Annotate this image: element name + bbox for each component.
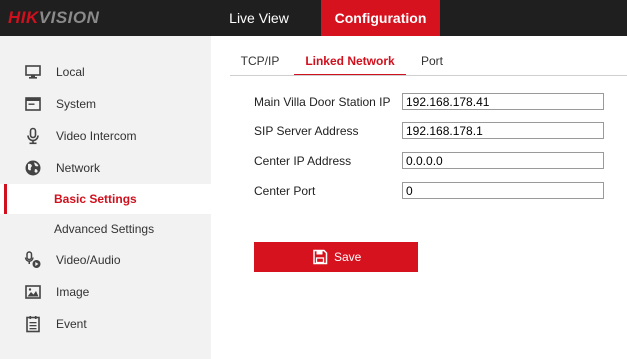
save-button-label: Save bbox=[334, 250, 362, 264]
settings-tabs: TCP/IP Linked Network Port bbox=[211, 36, 627, 76]
globe-icon bbox=[25, 160, 41, 176]
sidebar-item-system[interactable]: System bbox=[0, 88, 211, 120]
main-villa-door-station-ip-label: Main Villa Door Station IP bbox=[254, 95, 391, 109]
sidebar-item-label: Network bbox=[56, 161, 101, 175]
sidebar-item-label: Video/Audio bbox=[56, 253, 121, 267]
tab-tcp-ip[interactable]: TCP/IP bbox=[231, 50, 289, 76]
sidebar-item-label: Image bbox=[56, 285, 90, 299]
hikvision-logo: HIKVISION bbox=[8, 6, 99, 30]
sip-server-address-input[interactable] bbox=[402, 122, 604, 139]
active-indicator bbox=[4, 184, 7, 214]
field-row-center-ip-address: Center IP Address bbox=[254, 152, 614, 170]
center-ip-address-input[interactable] bbox=[402, 152, 604, 169]
sip-server-address-label: SIP Server Address bbox=[254, 124, 359, 138]
nav-configuration[interactable]: Configuration bbox=[321, 0, 440, 36]
sidebar-item-video-intercom[interactable]: Video Intercom bbox=[0, 120, 211, 152]
sidebar-subitem-basic-settings[interactable]: Basic Settings bbox=[0, 184, 211, 214]
sidebar-item-local[interactable]: Local bbox=[0, 56, 211, 88]
sidebar-item-label: Video Intercom bbox=[56, 129, 137, 143]
center-port-input[interactable] bbox=[402, 182, 604, 199]
image-icon bbox=[25, 285, 41, 299]
sidebar-subitem-label: Advanced Settings bbox=[54, 222, 155, 236]
logo-vision-text: VISION bbox=[38, 8, 100, 27]
center-ip-address-label: Center IP Address bbox=[254, 154, 352, 168]
sidebar-item-label: Local bbox=[56, 65, 85, 79]
field-row-center-port: Center Port bbox=[254, 182, 614, 200]
sidebar-item-network[interactable]: Network bbox=[0, 152, 211, 184]
floppy-disk-icon bbox=[313, 249, 328, 265]
logo-hik-text: HIK bbox=[8, 8, 39, 27]
sidebar-item-video-audio[interactable]: Video/Audio bbox=[0, 244, 211, 276]
sidebar-item-label: System bbox=[56, 97, 97, 111]
sidebar-subitem-label: Basic Settings bbox=[54, 192, 137, 206]
sidebar: Local System Video Intercom Network Basi… bbox=[0, 36, 211, 359]
tabs-divider bbox=[230, 75, 627, 76]
center-port-label: Center Port bbox=[254, 184, 316, 198]
video-audio-icon bbox=[24, 251, 41, 268]
main-villa-door-station-ip-input[interactable] bbox=[402, 93, 604, 110]
system-window-icon bbox=[25, 97, 41, 111]
nav-live-view[interactable]: Live View bbox=[211, 0, 307, 36]
sidebar-item-label: Event bbox=[56, 317, 87, 331]
event-list-icon bbox=[26, 316, 40, 333]
monitor-icon bbox=[25, 65, 41, 79]
microphone-icon bbox=[27, 127, 39, 145]
save-button[interactable]: Save bbox=[254, 242, 418, 272]
sidebar-item-event[interactable]: Event bbox=[0, 308, 211, 340]
sidebar-item-image[interactable]: Image bbox=[0, 276, 211, 308]
field-row-main-villa-door-station-ip: Main Villa Door Station IP bbox=[254, 93, 614, 111]
tab-linked-network[interactable]: Linked Network bbox=[294, 50, 406, 76]
sidebar-subitem-advanced-settings[interactable]: Advanced Settings bbox=[0, 214, 211, 244]
field-row-sip-server-address: SIP Server Address bbox=[254, 122, 614, 140]
tab-port[interactable]: Port bbox=[411, 50, 453, 76]
top-navigation-bar: HIKVISION Live View Configuration bbox=[0, 0, 627, 36]
